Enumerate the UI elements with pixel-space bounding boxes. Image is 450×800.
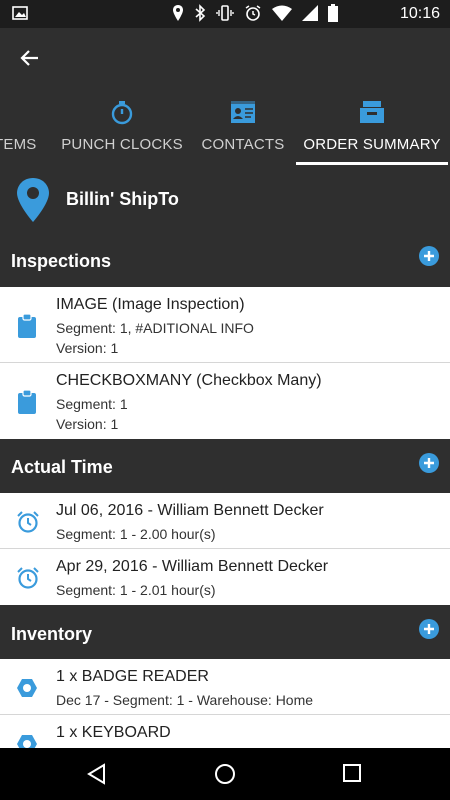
inspection-segment: Segment: 1, #ADITIONAL INFO — [56, 320, 254, 336]
section-title: Inventory — [11, 624, 93, 644]
tab-label: PUNCH CLOCKS — [61, 136, 183, 153]
location-header: Billin' ShipTo — [0, 165, 450, 235]
add-inspection-icon[interactable] — [418, 245, 440, 267]
inventory-header: Inventory — [0, 605, 450, 659]
inventory-title: 1 x KEYBOARD — [56, 724, 171, 741]
tab-items[interactable]: TEMS — [0, 92, 46, 165]
vibrate-icon — [216, 4, 234, 27]
stopwatch-icon — [108, 98, 136, 126]
tab-label: TEMS — [0, 136, 37, 153]
inspection-row[interactable]: IMAGE (Image Inspection) Segment: 1, #AD… — [0, 287, 450, 363]
gallery-notification-icon — [12, 6, 28, 25]
alarm-clock-icon — [16, 510, 40, 539]
contacts-icon — [229, 98, 257, 126]
inspection-row[interactable]: CHECKBOXMANY (Checkbox Many) Segment: 1 … — [0, 363, 450, 439]
clipboard-icon — [16, 313, 38, 344]
actual-time-header: Actual Time — [0, 439, 450, 493]
time-entry-row[interactable]: Apr 29, 2016 - William Bennett Decker Se… — [0, 549, 450, 605]
location-title: Billin' ShipTo — [66, 189, 179, 209]
inspection-version: Version: 1 — [56, 416, 119, 432]
inspection-segment: Segment: 1 — [56, 396, 128, 412]
signal-icon — [302, 5, 318, 26]
bluetooth-icon — [194, 4, 206, 27]
tab-bar: TEMS PUNCH CLOCKS CONTACTS ORDER SUMMARY — [0, 92, 450, 165]
inspections-header: Inspections — [0, 235, 450, 287]
time-entry-detail: Segment: 1 - 2.01 hour(s) — [56, 582, 216, 598]
time-entry-title: Apr 29, 2016 - William Bennett Decker — [56, 558, 329, 575]
inventory-detail: Dec 17 - Segment: 1 - Warehouse: Home — [56, 692, 314, 708]
time-entry-title: Jul 06, 2016 - William Bennett Decker — [56, 502, 324, 519]
location-pin-icon — [16, 177, 50, 228]
inventory-row[interactable]: 1 x BADGE READER Dec 17 - Segment: 1 - W… — [0, 659, 450, 715]
add-inventory-icon[interactable] — [418, 618, 440, 640]
navigation-bar — [0, 748, 450, 800]
tab-contacts[interactable]: CONTACTS — [194, 92, 292, 165]
time-entry-row[interactable]: Jul 06, 2016 - William Bennett Decker Se… — [0, 493, 450, 549]
home-nav-icon[interactable] — [214, 763, 236, 790]
recents-nav-icon[interactable] — [342, 763, 362, 788]
back-arrow-icon[interactable] — [18, 46, 42, 70]
battery-icon — [328, 4, 338, 27]
tab-order-summary[interactable]: ORDER SUMMARY — [296, 92, 448, 165]
alarm-icon — [244, 4, 262, 27]
status-time: 10:16 — [399, 5, 440, 22]
order-summary-icon — [358, 98, 386, 126]
alarm-clock-icon — [16, 566, 40, 595]
hex-nut-icon — [16, 677, 38, 704]
inspection-version: Version: 1 — [56, 340, 119, 356]
tab-label: ORDER SUMMARY — [303, 136, 441, 153]
status-bar: 10:16 — [0, 0, 450, 28]
location-status-icon — [172, 4, 184, 27]
clipboard-icon — [16, 389, 38, 420]
app-bar: TEMS PUNCH CLOCKS CONTACTS ORDER SUMMARY — [0, 28, 450, 165]
inspection-title: IMAGE (Image Inspection) — [56, 296, 245, 313]
add-time-icon[interactable] — [418, 452, 440, 474]
section-title: Inspections — [11, 251, 112, 271]
wifi-icon — [272, 5, 292, 26]
back-nav-icon[interactable] — [86, 763, 108, 790]
inventory-title: 1 x BADGE READER — [56, 668, 209, 685]
inventory-row[interactable]: 1 x KEYBOARD — [0, 715, 450, 748]
section-title: Actual Time — [11, 457, 113, 477]
tab-punch-clocks[interactable]: PUNCH CLOCKS — [54, 92, 190, 165]
tab-label: CONTACTS — [201, 136, 285, 153]
inspection-title: CHECKBOXMANY (Checkbox Many) — [56, 372, 322, 389]
hex-nut-icon — [16, 733, 38, 748]
time-entry-detail: Segment: 1 - 2.00 hour(s) — [56, 526, 216, 542]
